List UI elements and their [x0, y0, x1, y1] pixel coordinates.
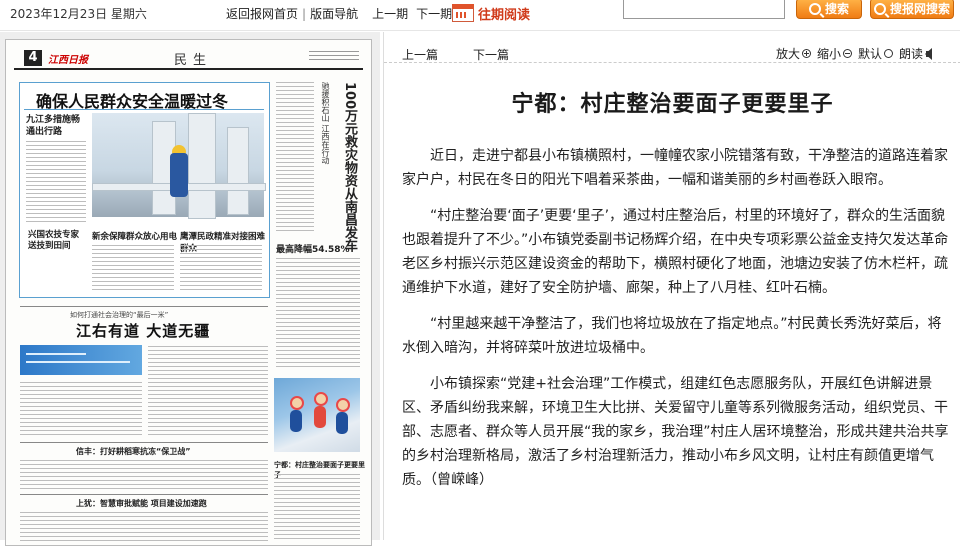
story-text-block	[274, 474, 360, 540]
search-all-button[interactable]: 搜报网搜索	[870, 0, 954, 19]
default-size-button[interactable]: 默认	[858, 45, 894, 62]
banner-text-line	[26, 353, 86, 355]
past-reading-button[interactable]: 往期阅读	[452, 2, 538, 24]
pipe-shape	[227, 127, 249, 215]
story-text-block	[180, 245, 262, 291]
story-text-block	[276, 258, 360, 370]
article-paragraph: 近日，走进宁都县小布镇横照村，一幢幢农家小院错落有致，干净整洁的道路连着家家户户…	[402, 148, 948, 188]
newspaper-page-panel: 4 江西日报 民生 确保人民群众安全温暖过冬 九江多措施畅通出行路 兴国农技专家…	[0, 32, 380, 546]
kid-head	[290, 396, 304, 410]
article-paragraph: 小布镇探索“党建+社会治理”工作模式，组建红色志愿服务队，开展红色讲解进景区、矛…	[402, 376, 949, 488]
zoom-in-button[interactable]: 放大	[776, 45, 812, 62]
nav-separator: |	[302, 6, 307, 21]
read-aloud-button[interactable]: 朗读	[899, 45, 933, 62]
story-text-block	[20, 382, 142, 436]
lead-story-block[interactable]: 确保人民群众安全温暖过冬 九江多措施畅通出行路 兴国农技专家送技到田间 新余保障…	[19, 82, 270, 298]
banner-text-line	[26, 361, 130, 363]
zoom-out-button[interactable]: 缩小	[817, 45, 853, 62]
divider	[24, 109, 264, 110]
plus-circle-icon	[802, 49, 812, 58]
zoom-in-label: 放大	[776, 47, 801, 61]
default-size-label: 默认	[858, 47, 883, 61]
vertical-kicker: 驰援积石山 江西在行动	[321, 82, 330, 165]
divider	[20, 306, 268, 307]
pipe-shape	[188, 113, 216, 219]
blue-banner-ad	[20, 345, 142, 375]
current-date: 2023年12月23日 星期六	[10, 7, 147, 21]
layout-nav-link[interactable]: 版面导航	[310, 5, 358, 22]
prev-article-link[interactable]: 上一篇	[402, 46, 438, 63]
story-text-block	[148, 346, 268, 436]
past-reading-label: 往期阅读	[478, 7, 531, 23]
prev-issue-link[interactable]: 上一期	[372, 5, 408, 22]
kid-head	[336, 398, 350, 412]
search-all-button-label: 搜报网搜索	[889, 2, 950, 16]
page-masthead: 4 江西日报 民生	[14, 48, 363, 70]
sub-headline-bottom-mid: 新余保障群众放心用电	[92, 232, 178, 242]
article-body: 近日，走进宁都县小布镇横照村，一幢幢农家小院错落有致，干净整洁的道路连着家家户户…	[402, 144, 950, 504]
kid-head	[314, 392, 328, 406]
minus-circle-icon	[843, 49, 853, 58]
lead-photo	[92, 113, 266, 219]
third-story-headline[interactable]: 信丰：打好耕稻寒抗冻“保卫战”	[76, 446, 191, 457]
search-icon	[808, 2, 821, 15]
kid-figure	[336, 412, 348, 434]
story-text-block	[20, 512, 268, 542]
kids-photo	[274, 378, 360, 452]
section-name: 民生	[174, 53, 213, 68]
article-toolbar: 上一篇 下一篇 放大 缩小 默认 朗读	[384, 32, 960, 63]
search-button[interactable]: 搜索	[796, 0, 862, 19]
next-article-link[interactable]: 下一篇	[473, 46, 509, 63]
story-text-block	[276, 82, 314, 232]
sub-headline-bottom-left: 兴国农技专家送技到田间	[28, 230, 80, 251]
top-nav: 返回报网首页 | 版面导航 上一期 下一期	[226, 5, 452, 22]
worker-figure	[170, 153, 188, 197]
next-issue-link[interactable]: 下一期	[416, 5, 452, 22]
page-number: 4	[24, 50, 42, 66]
divider	[20, 442, 268, 443]
second-story-headline[interactable]: 江右有道 大道无疆	[76, 320, 210, 341]
right-column-headline[interactable]: 最高降幅54.58%	[276, 242, 350, 255]
circle-icon	[884, 49, 894, 58]
sub-headline-left: 九江多措施畅通出行路	[26, 115, 81, 137]
search-input[interactable]	[623, 0, 785, 19]
search-button-label: 搜索	[824, 2, 849, 16]
second-story-kicker: 如何打通社会治理的“最后一米”	[70, 311, 169, 319]
reading-tools: 放大 缩小 默认 朗读	[776, 45, 938, 62]
kid-figure	[314, 406, 326, 428]
page-dateline	[309, 51, 359, 61]
search-all-icon	[873, 2, 886, 15]
zoom-out-label: 缩小	[817, 47, 842, 61]
divider	[20, 494, 268, 495]
article-title: 宁都：村庄整治要面子更要里子	[511, 92, 834, 117]
story-text-block	[92, 245, 174, 291]
newspaper-logo: 江西日报	[48, 55, 88, 66]
article-paragraph: “村庄整治要‘面子’更要‘里子’，通过村庄整治后，村里的环境好了，群众的生活面貌…	[402, 208, 949, 296]
read-aloud-label: 朗读	[899, 47, 924, 61]
newspaper-page[interactable]: 4 江西日报 民生 确保人民群众安全温暖过冬 九江多措施畅通出行路 兴国农技专家…	[5, 39, 372, 546]
fourth-story-headline[interactable]: 上犹：智慧审批赋能 项目建设加速跑	[76, 498, 207, 509]
kid-figure	[290, 410, 302, 432]
article-paragraph: “村里越来越干净整洁了，我们也将垃圾放在了指定地点。”村民黄长秀洗好菜后，将水倒…	[402, 316, 942, 356]
speaker-icon	[925, 47, 933, 60]
calendar-icon	[452, 4, 474, 22]
vertical-headline[interactable]: 100万元救灾物资从南昌发车	[336, 82, 357, 252]
story-text-block	[20, 460, 268, 490]
home-link[interactable]: 返回报网首页	[226, 5, 298, 22]
top-bar: 2023年12月23日 星期六 返回报网首页 | 版面导航 上一期 下一期 往期…	[0, 0, 960, 31]
story-text-block	[26, 141, 86, 223]
article-panel: 上一篇 下一篇 放大 缩小 默认 朗读 宁都：村庄整治要面子更要里子 近日，走进…	[383, 32, 960, 540]
